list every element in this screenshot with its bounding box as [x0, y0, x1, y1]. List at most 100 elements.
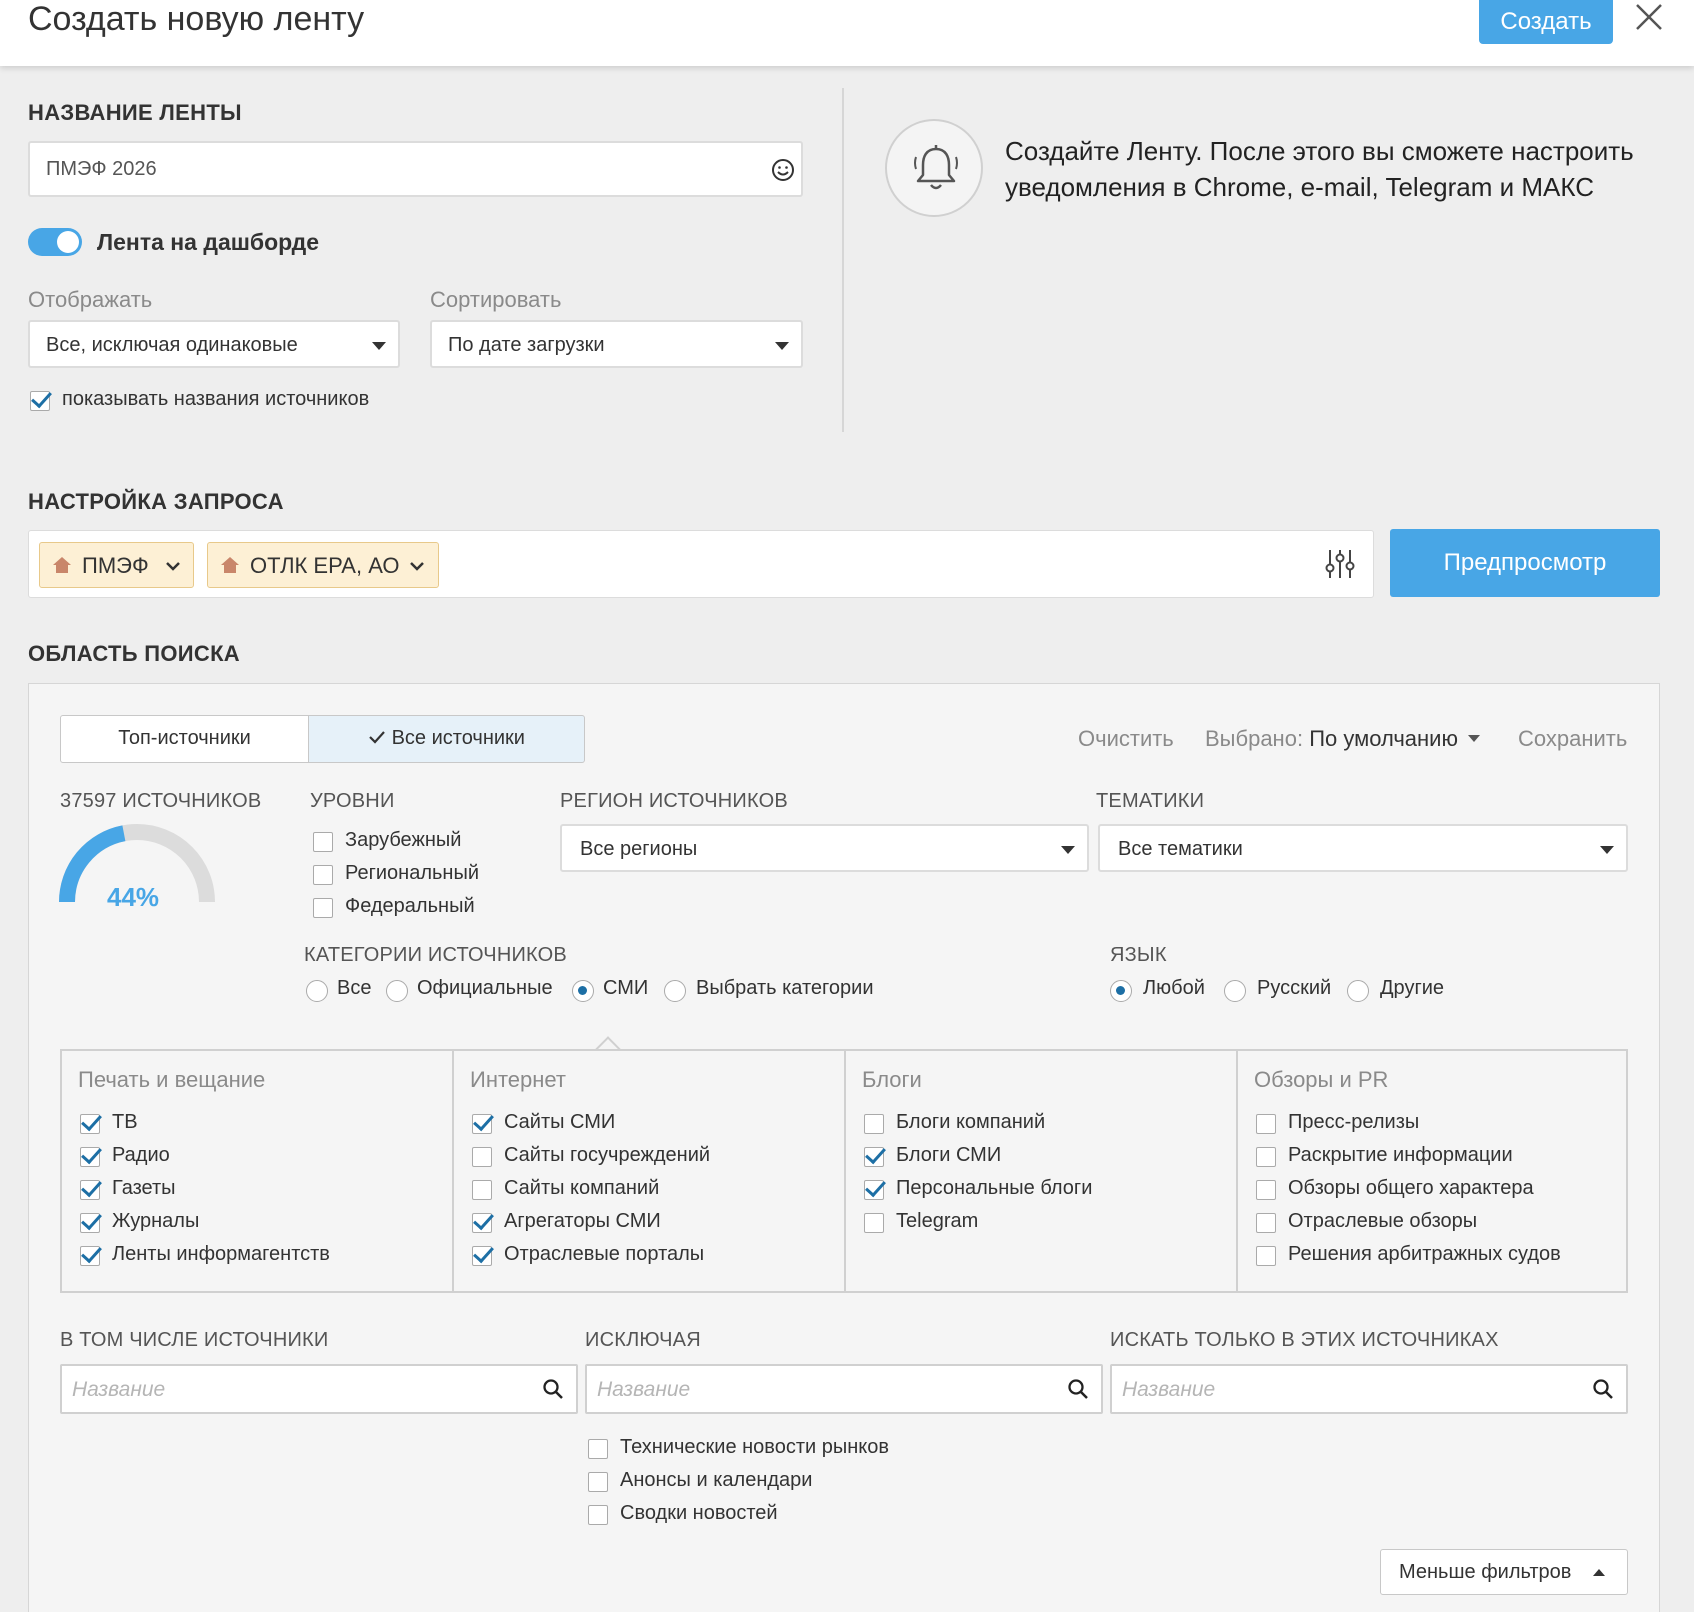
sort-select[interactable]: По дате загрузки [430, 320, 803, 368]
category-radio-label: Выбрать категории [696, 977, 874, 999]
category-radio-custom[interactable] [664, 980, 686, 1002]
category-checkbox[interactable] [1256, 1114, 1276, 1134]
page-title: Создать новую ленту [28, 0, 365, 38]
category-radio-official[interactable] [386, 980, 408, 1002]
caret-down-icon [775, 342, 789, 350]
category-checkbox[interactable] [472, 1147, 492, 1167]
feed-name-title: НАЗВАНИЕ ЛЕНТЫ [28, 100, 242, 125]
category-label: Агрегаторы СМИ [504, 1210, 661, 1232]
category-checkbox[interactable] [472, 1213, 492, 1233]
category-label: Сайты компаний [504, 1177, 660, 1199]
tab-all-sources[interactable]: Все источники [309, 715, 585, 763]
search-icon[interactable] [542, 1378, 564, 1400]
language-title: ЯЗЫК [1110, 944, 1167, 966]
emoji-icon[interactable] [771, 158, 795, 182]
check-icon [369, 731, 385, 744]
query-input[interactable]: ПМЭФ ОТЛК ЕРА, АО [28, 530, 1374, 598]
filter-settings-icon[interactable] [1323, 547, 1357, 581]
exclude-option-label: Технические новости рынков [620, 1436, 889, 1458]
include-placeholder: Название [72, 1378, 166, 1401]
topics-select[interactable]: Все тематики [1098, 824, 1628, 872]
less-filters-label: Меньше фильтров [1399, 1561, 1572, 1583]
category-checkbox[interactable] [1256, 1213, 1276, 1233]
region-select[interactable]: Все регионы [560, 824, 1089, 872]
level-checkbox[interactable] [313, 832, 333, 852]
category-group-title: Печать и вещание [78, 1067, 266, 1092]
category-checkbox[interactable] [472, 1246, 492, 1266]
region-title: РЕГИОН ИСТОЧНИКОВ [560, 790, 788, 812]
category-radio-all[interactable] [306, 980, 328, 1002]
exclude-checkbox[interactable] [588, 1472, 608, 1492]
level-checkbox[interactable] [313, 898, 333, 918]
category-checkbox[interactable] [80, 1213, 100, 1233]
sources-count: 37597 ИСТОЧНИКОВ [60, 790, 262, 812]
category-checkbox[interactable] [864, 1114, 884, 1134]
dashboard-toggle-label: Лента на дашборде [97, 229, 320, 255]
chevron-down-icon[interactable] [164, 557, 182, 575]
level-checkbox[interactable] [313, 865, 333, 885]
create-button[interactable]: Создать [1479, 0, 1613, 44]
topics-value: Все тематики [1118, 838, 1243, 860]
search-icon[interactable] [1592, 1378, 1614, 1400]
topics-title: ТЕМАТИКИ [1096, 790, 1205, 812]
category-checkbox[interactable] [472, 1114, 492, 1134]
close-icon[interactable] [1632, 0, 1666, 34]
caret-down-icon [1600, 846, 1614, 854]
search-area-panel: Топ-источники Все источники Очистить Выб… [28, 683, 1660, 1612]
show-source-names-checkbox[interactable] [30, 391, 50, 411]
chevron-down-icon[interactable] [408, 557, 426, 575]
only-in-placeholder: Название [1122, 1378, 1216, 1401]
selected-prefix: Выбрано: [1205, 726, 1304, 751]
category-checkbox[interactable] [864, 1147, 884, 1167]
category-checkbox[interactable] [1256, 1246, 1276, 1266]
language-radio-russian[interactable] [1224, 980, 1246, 1002]
exclude-search-input[interactable]: Название [585, 1364, 1103, 1414]
include-search-input[interactable]: Название [60, 1364, 578, 1414]
category-checkbox[interactable] [864, 1213, 884, 1233]
selected-value: По умолчанию [1309, 726, 1458, 751]
dashboard-toggle[interactable] [28, 228, 82, 256]
feed-name-value: ПМЭФ 2026 [46, 158, 157, 180]
category-checkbox[interactable] [864, 1180, 884, 1200]
region-value: Все регионы [580, 838, 698, 860]
less-filters-button[interactable]: Меньше фильтров [1380, 1549, 1628, 1595]
vertical-divider [842, 88, 844, 432]
preview-button[interactable]: Предпросмотр [1390, 529, 1660, 597]
display-select[interactable]: Все, исключая одинаковые [28, 320, 400, 368]
home-icon [221, 557, 239, 573]
category-group-title: Обзоры и PR [1254, 1067, 1389, 1092]
category-checkbox[interactable] [1256, 1147, 1276, 1167]
tab-top-sources[interactable]: Топ-источники [60, 715, 309, 763]
search-icon[interactable] [1067, 1378, 1089, 1400]
exclude-checkbox[interactable] [588, 1439, 608, 1459]
clear-link[interactable]: Очистить [1078, 726, 1174, 752]
levels-title: УРОВНИ [310, 790, 395, 812]
save-link[interactable]: Сохранить [1518, 726, 1627, 752]
category-label: Блоги СМИ [896, 1144, 1002, 1166]
language-radio-other[interactable] [1347, 980, 1369, 1002]
category-group-print: Печать и вещание ТВ Радио Газеты Журналы… [62, 1051, 454, 1291]
feed-name-input[interactable]: ПМЭФ 2026 [28, 141, 803, 197]
category-checkbox[interactable] [80, 1147, 100, 1167]
language-radio-any[interactable] [1110, 980, 1132, 1002]
tab-all-sources-label: Все источники [391, 727, 525, 749]
only-in-search-input[interactable]: Название [1110, 1364, 1628, 1414]
query-tag-label: ОТЛК ЕРА, АО [250, 553, 400, 578]
category-checkbox[interactable] [80, 1114, 100, 1134]
query-tag[interactable]: ПМЭФ [39, 542, 194, 588]
category-checkbox[interactable] [80, 1180, 100, 1200]
selected-preset[interactable]: Выбрано: По умолчанию [1205, 726, 1481, 752]
category-checkbox[interactable] [1256, 1180, 1276, 1200]
caret-down-icon [1468, 735, 1481, 742]
category-label: Обзоры общего характера [1288, 1177, 1534, 1199]
category-group-title: Интернет [470, 1067, 566, 1092]
notification-text: Создайте Ленту. После этого вы сможете н… [1005, 136, 1634, 202]
category-checkbox[interactable] [80, 1246, 100, 1266]
toggle-knob [57, 231, 79, 253]
query-tag[interactable]: ОТЛК ЕРА, АО [207, 542, 439, 588]
category-label: Раскрытие информации [1288, 1144, 1513, 1166]
category-label: Пресс-релизы [1288, 1111, 1420, 1133]
category-checkbox[interactable] [472, 1180, 492, 1200]
category-radio-media[interactable] [572, 980, 594, 1002]
exclude-checkbox[interactable] [588, 1505, 608, 1525]
